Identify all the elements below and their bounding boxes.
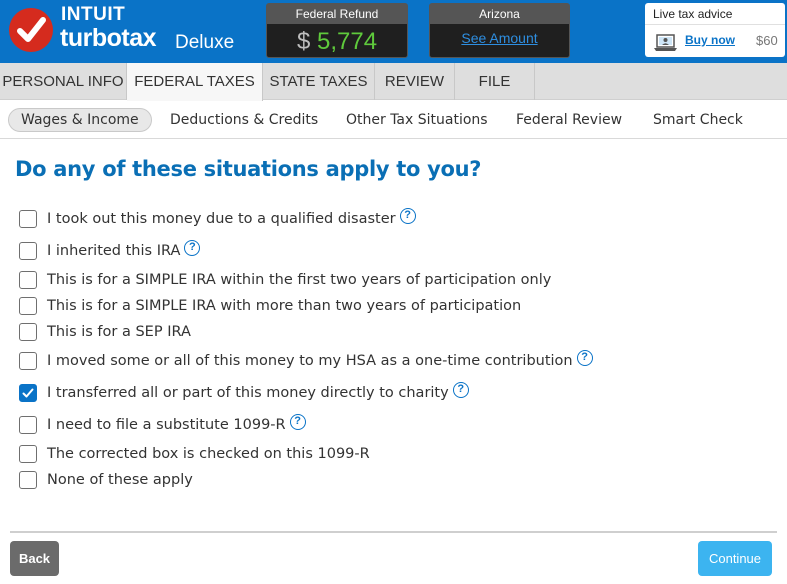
live-tax-advice-title: Live tax advice bbox=[653, 7, 733, 21]
option-label: The corrected box is checked on this 109… bbox=[47, 446, 370, 462]
laptop-expert-icon bbox=[653, 33, 679, 57]
federal-refund-amount: 5,774 bbox=[317, 28, 378, 55]
federal-refund-title: Federal Refund bbox=[267, 4, 407, 24]
see-amount-link[interactable]: See Amount bbox=[430, 30, 569, 46]
help-icon[interactable]: ? bbox=[452, 382, 469, 398]
edition-label: Deluxe bbox=[175, 32, 235, 53]
checkbox[interactable] bbox=[19, 242, 37, 260]
main-tabs: PERSONAL INFO FEDERAL TAXES STATE TAXES … bbox=[0, 63, 787, 101]
option-label: This is for a SIMPLE IRA with more than … bbox=[47, 298, 522, 314]
federal-refund-box: Federal Refund $ 5,774 bbox=[266, 3, 408, 58]
advice-price: $60 bbox=[756, 33, 778, 48]
tab-review[interactable]: REVIEW bbox=[375, 63, 455, 100]
tab-state-taxes[interactable]: STATE TAXES bbox=[263, 63, 375, 100]
option-substitute-1099r[interactable]: I need to file a substitute 1099-R ? bbox=[19, 414, 306, 435]
footer-divider bbox=[10, 531, 777, 533]
help-icon[interactable]: ? bbox=[576, 350, 593, 366]
option-hsa-contribution[interactable]: I moved some or all of this money to my … bbox=[19, 350, 593, 371]
subtab-wages-income[interactable]: Wages & Income bbox=[8, 108, 152, 132]
option-label: None of these apply bbox=[47, 472, 193, 488]
checkbox[interactable] bbox=[19, 471, 37, 489]
checkmark-icon bbox=[22, 388, 34, 398]
app-header: INTUIT turbotax Deluxe Federal Refund $ … bbox=[0, 0, 787, 63]
checkbox[interactable] bbox=[19, 297, 37, 315]
tab-federal-taxes[interactable]: FEDERAL TAXES bbox=[127, 63, 263, 101]
option-label: I need to file a substitute 1099-R bbox=[47, 417, 286, 433]
option-label: I inherited this IRA bbox=[47, 243, 181, 259]
page-title: Do any of these situations apply to you? bbox=[15, 157, 482, 181]
option-label: I took out this money due to a qualified… bbox=[47, 211, 396, 227]
turbotax-brand: turbotax bbox=[60, 24, 157, 52]
subtab-other-tax-situations[interactable]: Other Tax Situations bbox=[346, 108, 488, 132]
subtab-deductions-credits[interactable]: Deductions & Credits bbox=[170, 108, 318, 132]
option-label: I transferred all or part of this money … bbox=[47, 385, 449, 401]
option-label: This is for a SEP IRA bbox=[47, 324, 191, 340]
checkbox[interactable] bbox=[19, 416, 37, 434]
option-label: This is for a SIMPLE IRA within the firs… bbox=[47, 272, 552, 288]
option-label: I moved some or all of this money to my … bbox=[47, 353, 573, 369]
help-icon[interactable]: ? bbox=[399, 208, 416, 224]
advice-divider bbox=[645, 24, 785, 25]
turbotax-check-logo-icon bbox=[9, 8, 53, 52]
subtab-federal-review[interactable]: Federal Review bbox=[516, 108, 622, 132]
checkbox[interactable] bbox=[19, 352, 37, 370]
option-corrected-box[interactable]: The corrected box is checked on this 109… bbox=[19, 444, 370, 464]
tab-file[interactable]: FILE bbox=[455, 63, 535, 100]
checkbox[interactable] bbox=[19, 210, 37, 228]
option-sep-ira[interactable]: This is for a SEP IRA bbox=[19, 322, 191, 342]
back-button[interactable]: Back bbox=[10, 541, 59, 576]
option-charity-transfer[interactable]: I transferred all or part of this money … bbox=[19, 382, 469, 403]
tab-personal-info[interactable]: PERSONAL INFO bbox=[0, 63, 127, 100]
option-qualified-disaster[interactable]: I took out this money due to a qualified… bbox=[19, 208, 416, 229]
buy-now-link[interactable]: Buy now bbox=[685, 33, 735, 47]
help-icon[interactable]: ? bbox=[289, 414, 306, 430]
option-simple-ira-first-two-years[interactable]: This is for a SIMPLE IRA within the firs… bbox=[19, 270, 551, 290]
option-inherited-ira[interactable]: I inherited this IRA ? bbox=[19, 240, 201, 261]
option-simple-ira-more-than-two-years[interactable]: This is for a SIMPLE IRA with more than … bbox=[19, 296, 521, 316]
state-refund-title: Arizona bbox=[430, 4, 569, 24]
subtab-smart-check[interactable]: Smart Check bbox=[653, 108, 743, 132]
checkbox[interactable] bbox=[19, 445, 37, 463]
continue-button[interactable]: Continue bbox=[698, 541, 772, 576]
checkbox[interactable] bbox=[19, 323, 37, 341]
checkbox[interactable] bbox=[19, 271, 37, 289]
checkbox-checked[interactable] bbox=[19, 384, 37, 402]
currency-symbol: $ bbox=[297, 28, 311, 55]
state-refund-box: Arizona See Amount bbox=[429, 3, 570, 58]
sub-tabs: Wages & Income Deductions & Credits Othe… bbox=[0, 101, 787, 139]
help-icon[interactable]: ? bbox=[184, 240, 201, 256]
live-tax-advice-panel: Live tax advice Buy now $60 bbox=[645, 3, 785, 57]
intuit-brand: INTUIT bbox=[61, 4, 126, 25]
option-none-apply[interactable]: None of these apply bbox=[19, 470, 193, 490]
